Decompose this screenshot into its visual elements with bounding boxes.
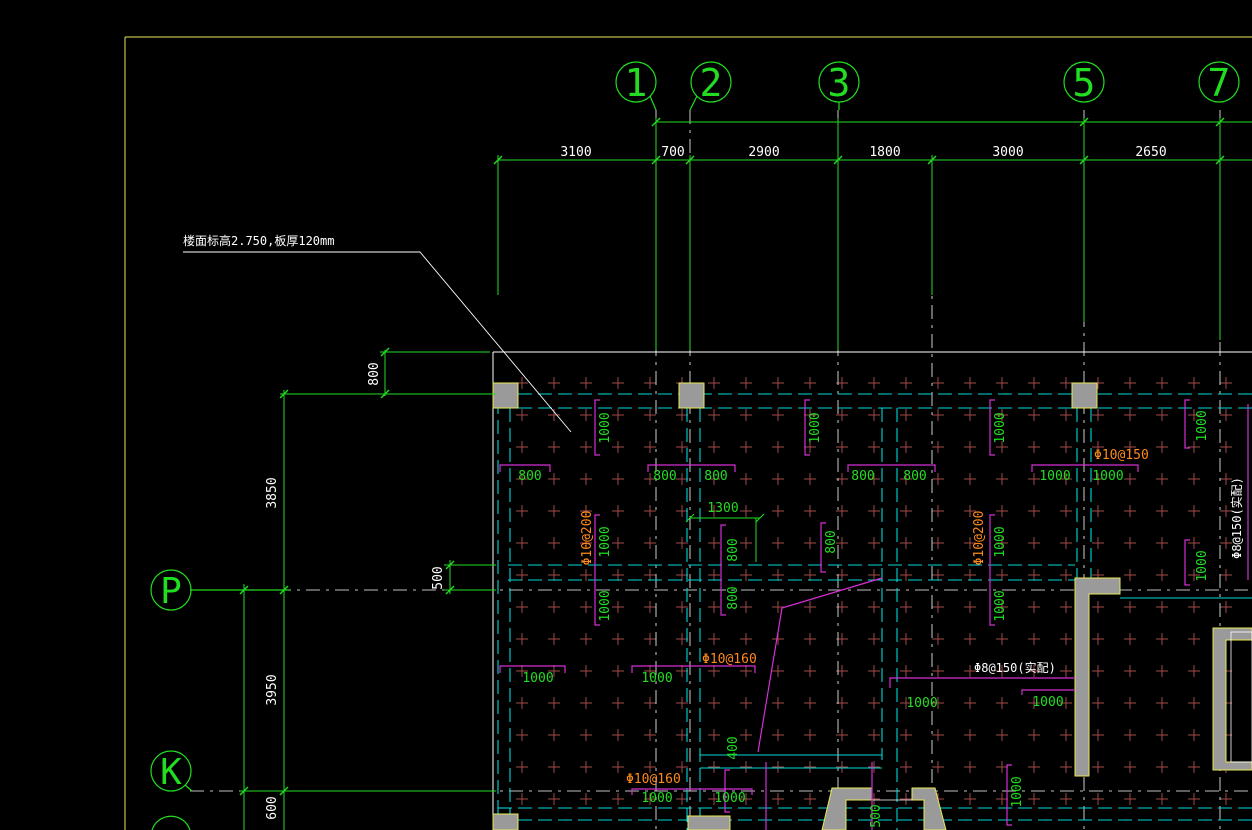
spec-s2: Φ10@200 xyxy=(580,511,595,566)
rebar-label-r27: 1000 xyxy=(714,791,745,806)
rebar-label-r9: 800 xyxy=(903,469,926,484)
rebar-label-r14: 800 xyxy=(726,538,741,561)
axis-label-2: 2 xyxy=(700,61,723,105)
dim-600-left: 600 xyxy=(265,796,280,819)
column-1 xyxy=(492,382,519,409)
rebar-label-r25: 400 xyxy=(726,736,741,759)
rebar-label-r4: 1000 xyxy=(1195,410,1210,441)
spec-s7: Φ8@150(实配) xyxy=(1229,477,1244,559)
axis-label-p: P xyxy=(160,571,182,612)
column-5 xyxy=(687,815,731,830)
rebar-label-r10: 1000 xyxy=(1039,469,1070,484)
dim-2900: 2900 xyxy=(748,145,779,160)
spec-s5: Φ10@160 xyxy=(626,772,681,787)
rebar-label-r2: 1000 xyxy=(808,412,823,443)
rebar-label-r23: 1000 xyxy=(906,696,937,711)
rebar-label-r16: 800 xyxy=(726,586,741,609)
rebar-label-r18: 1000 xyxy=(598,590,613,621)
rebar-label-r8: 800 xyxy=(851,469,874,484)
dim-800-left: 800 xyxy=(367,362,382,385)
dim-500-left: 500 xyxy=(431,566,446,589)
dim-3850: 3850 xyxy=(265,477,280,508)
rebar-label-r3: 1000 xyxy=(993,412,1008,443)
rebar-label-r24: 1000 xyxy=(1032,695,1063,710)
dim-3000: 3000 xyxy=(992,145,1023,160)
rebar-label-r28: 1000 xyxy=(1010,776,1025,807)
rebar-label-r26: 1000 xyxy=(641,791,672,806)
column-4 xyxy=(492,813,519,830)
rebar-label-r5: 800 xyxy=(518,469,541,484)
rebar-label-r1: 1000 xyxy=(598,412,613,443)
cad-drawing-canvas[interactable]: 1 2 3 5 7 P K 3100 700 2900 1800 3000 26… xyxy=(0,0,1252,830)
rebar-label-r12: 1300 xyxy=(707,501,738,516)
rebar-label-r19: 1000 xyxy=(993,590,1008,621)
spec-s6: Φ8@150(实配) xyxy=(974,660,1056,675)
spec-s3: Φ10@200 xyxy=(972,511,987,566)
axis-label-k: K xyxy=(160,752,182,793)
axis-label-5: 5 xyxy=(1073,61,1096,105)
column-2 xyxy=(678,382,705,409)
dim-700: 700 xyxy=(661,145,684,160)
dim-3950: 3950 xyxy=(265,674,280,705)
axis-label-3: 3 xyxy=(828,61,851,105)
rebar-label-r20: 1000 xyxy=(1195,550,1210,581)
rebar-label-r21: 1000 xyxy=(522,671,553,686)
rebar-label-r6: 800 xyxy=(653,469,676,484)
axis-label-1: 1 xyxy=(625,61,648,105)
dim-2650: 2650 xyxy=(1135,145,1166,160)
spec-s1: Φ10@150 xyxy=(1094,448,1149,463)
rebar-label-r7: 800 xyxy=(704,469,727,484)
rebar-label-r15: 800 xyxy=(824,530,839,553)
rebar-label-r29: 500 xyxy=(869,804,884,827)
column-3 xyxy=(1071,382,1098,409)
floor-note-text: 楼面标高2.750,板厚120mm xyxy=(183,233,334,248)
axis-label-7: 7 xyxy=(1208,61,1231,105)
rebar-label-r17: 1000 xyxy=(993,526,1008,557)
rebar-label-r11: 1000 xyxy=(1092,469,1123,484)
spec-s4: Φ10@160 xyxy=(702,652,757,667)
rebar-label-r22: 1000 xyxy=(641,671,672,686)
dim-1800: 1800 xyxy=(869,145,900,160)
dim-3100: 3100 xyxy=(560,145,591,160)
rebar-label-r13: 1000 xyxy=(598,526,613,557)
